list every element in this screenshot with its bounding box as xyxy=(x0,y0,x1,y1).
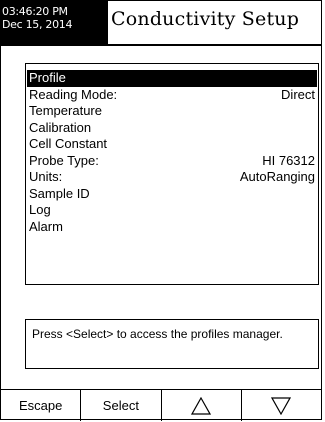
menu-item-temperature[interactable]: Temperature xyxy=(27,103,317,120)
softkey-bar: Escape Select xyxy=(1,389,321,421)
menu-item-value: Direct xyxy=(281,86,315,102)
menu-item-profile[interactable]: Profile xyxy=(27,70,317,87)
menu-item-label: Cell Constant xyxy=(29,136,108,151)
header: 03:46:20 PM Dec 15, 2014 Conductivity Se… xyxy=(1,1,321,46)
up-button[interactable] xyxy=(162,390,242,421)
menu-item-alarm[interactable]: Alarm xyxy=(27,219,317,236)
clock-date: Dec 15, 2014 xyxy=(2,18,73,31)
menu-item-probe-type[interactable]: Probe Type: HI 76312 xyxy=(27,153,317,170)
meter-screen: 03:46:20 PM Dec 15, 2014 Conductivity Se… xyxy=(0,0,322,421)
menu-item-value: HI 76312 xyxy=(262,152,315,168)
menu-item-calibration[interactable]: Calibration xyxy=(27,120,317,137)
select-button[interactable]: Select xyxy=(81,390,162,421)
menu-item-cell-constant[interactable]: Cell Constant xyxy=(27,136,317,153)
menu-item-label: Probe Type: xyxy=(29,152,99,168)
menu-item-label: Log xyxy=(29,202,51,217)
menu-item-sample-id[interactable]: Sample ID xyxy=(27,186,317,203)
menu-item-units[interactable]: Units: AutoRanging xyxy=(27,169,317,186)
menu-item-label: Temperature xyxy=(29,103,102,118)
menu-item-label: Calibration xyxy=(29,119,92,135)
menu-item-value: AutoRanging xyxy=(239,169,315,184)
menu-item-label: Sample ID xyxy=(29,185,90,201)
help-message: Press <Select> to access the profiles ma… xyxy=(25,319,319,369)
escape-button[interactable]: Escape xyxy=(1,390,82,421)
menu-item-log[interactable]: Log xyxy=(27,202,317,219)
menu-item-reading-mode[interactable]: Reading Mode: Direct xyxy=(27,87,317,104)
menu-item-label: Units: xyxy=(29,169,63,184)
setup-menu: Profile Reading Mode: Direct Temperature… xyxy=(25,63,319,285)
page-title: Conductivity Setup xyxy=(111,8,300,30)
down-triangle-icon xyxy=(271,396,292,415)
menu-item-label: Reading Mode: xyxy=(29,86,118,102)
up-triangle-icon xyxy=(191,396,212,415)
down-button[interactable] xyxy=(242,390,321,421)
header-divider xyxy=(1,44,321,46)
clock-time: 03:46:20 PM xyxy=(2,5,68,18)
menu-item-label: Profile xyxy=(29,70,66,85)
menu-item-label: Alarm xyxy=(29,218,63,234)
clock: 03:46:20 PM Dec 15, 2014 xyxy=(1,1,108,45)
